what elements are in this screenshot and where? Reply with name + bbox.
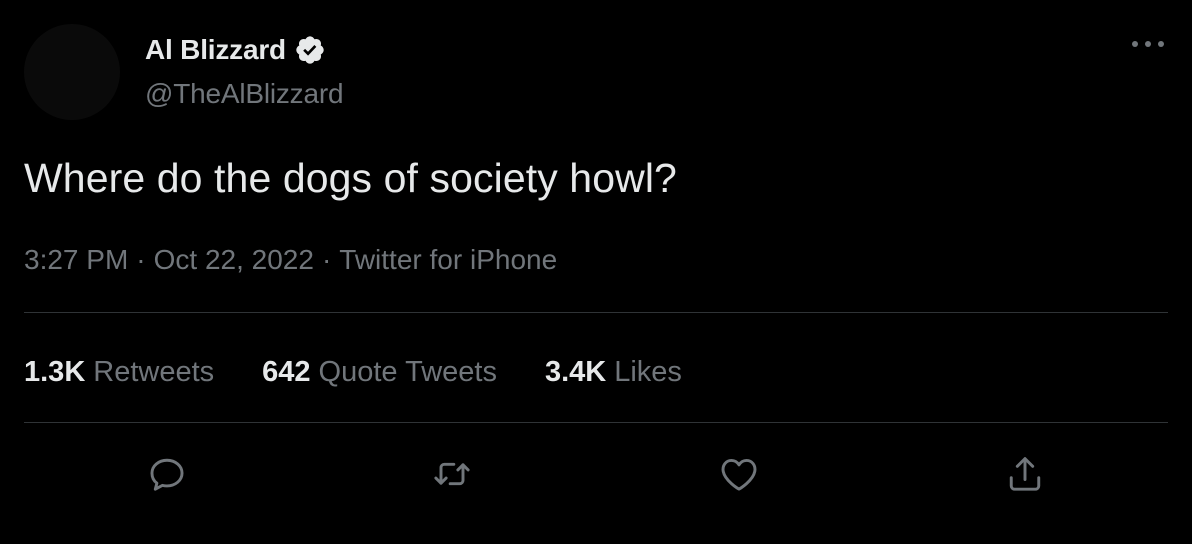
likes-label: Likes	[614, 355, 682, 388]
retweet-icon	[434, 462, 470, 486]
tweet-time[interactable]: 3:27 PM	[24, 244, 128, 276]
meta-separator: ·	[136, 244, 146, 275]
quote-tweets-count: 642	[262, 355, 311, 388]
verified-badge-icon	[294, 34, 326, 66]
share-button[interactable]	[999, 448, 1051, 500]
quote-tweets-stat[interactable]: 642 Quote Tweets	[262, 356, 497, 389]
retweets-count: 1.3K	[24, 355, 86, 388]
divider	[24, 422, 1168, 423]
meta-separator: ·	[321, 244, 332, 275]
share-icon	[1009, 457, 1041, 491]
tweet-source[interactable]: Twitter for iPhone	[339, 244, 557, 276]
tweet-text: Where do the dogs of society howl?	[24, 155, 677, 201]
reply-button[interactable]	[141, 448, 193, 500]
retweets-stat[interactable]: 1.3K Retweets	[24, 356, 214, 389]
like-button[interactable]	[713, 448, 765, 500]
author-display-name[interactable]: Al Blizzard	[145, 34, 286, 66]
likes-count: 3.4K	[544, 355, 607, 388]
heart-icon	[721, 458, 757, 491]
tweet-metadata: 3:27 PM · Oct 22, 2022 · Twitter for iPh…	[24, 244, 557, 276]
reply-icon	[150, 458, 184, 491]
tweet-detail: Al Blizzard @TheAlBlizzard Where do the …	[0, 0, 1192, 544]
avatar[interactable]	[24, 24, 120, 120]
author-handle[interactable]: @TheAlBlizzard	[145, 78, 344, 110]
divider	[24, 312, 1168, 313]
likes-stat[interactable]: 3.4K Likes	[545, 356, 682, 389]
quote-tweets-label: Quote Tweets	[318, 355, 497, 388]
engagement-stats: 1.3K Retweets 642 Quote Tweets 3.4K Likes	[24, 352, 730, 392]
more-horizontal-icon	[1132, 41, 1164, 47]
retweet-button[interactable]	[426, 448, 478, 500]
author-name-row[interactable]: Al Blizzard	[145, 30, 326, 70]
tweet-date[interactable]: Oct 22, 2022	[154, 244, 314, 276]
more-options-button[interactable]	[1124, 28, 1172, 60]
tweet-actions	[0, 448, 1192, 500]
retweets-label: Retweets	[93, 355, 215, 388]
